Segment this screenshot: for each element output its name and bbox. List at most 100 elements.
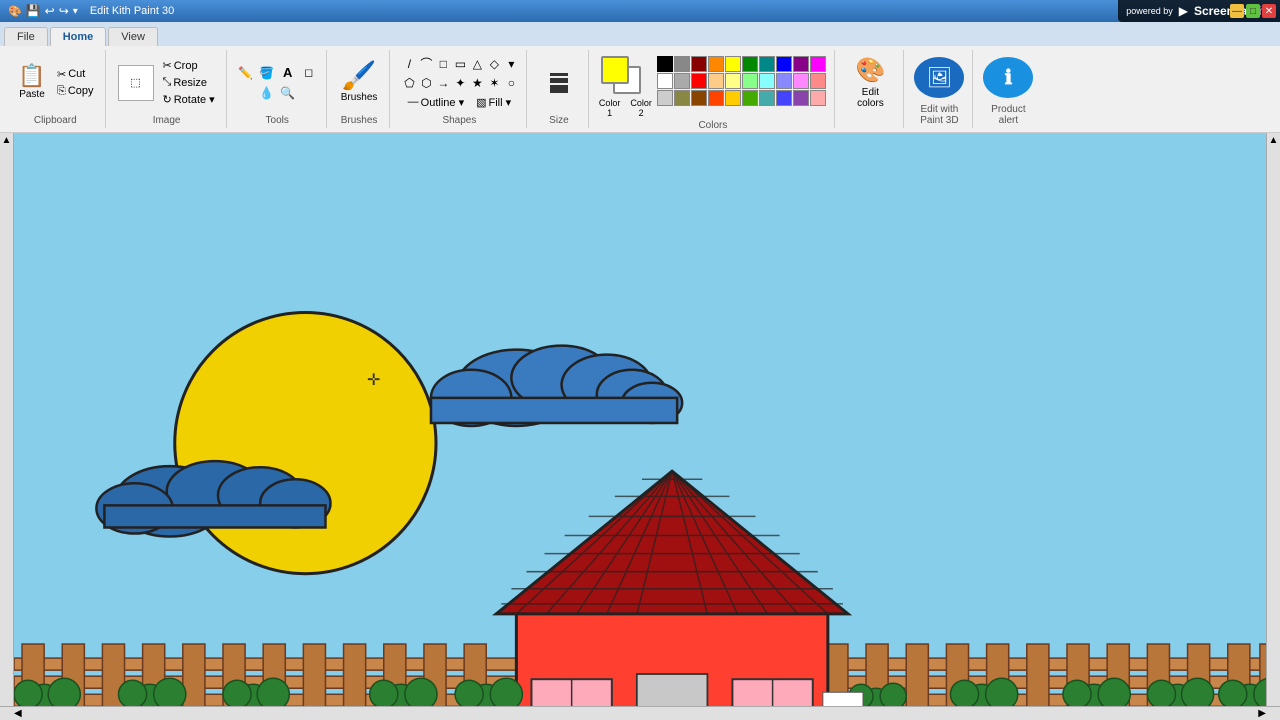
palette-color-3[interactable] <box>708 56 724 72</box>
quick-access-save[interactable]: 💾 <box>26 4 41 18</box>
shape-arrow-right[interactable]: → <box>434 74 452 92</box>
pencil-tool[interactable]: ✏️ <box>237 64 255 82</box>
image-col: ✂ Crop ⤡ Resize ↻ Rotate ▾ <box>160 58 218 107</box>
product-alert-button[interactable]: ℹ <box>983 57 1033 98</box>
palette-color-20[interactable] <box>657 90 673 106</box>
cut-label: Cut <box>68 68 85 80</box>
color-picker-tool[interactable]: 💧 <box>258 84 276 102</box>
palette-color-27[interactable] <box>776 90 792 106</box>
tab-view[interactable]: View <box>108 27 158 46</box>
shape-pentagon[interactable]: ⬠ <box>400 74 418 92</box>
close-button[interactable]: ✕ <box>1262 4 1276 18</box>
crop-button[interactable]: ✂ Crop <box>160 58 218 73</box>
palette-color-17[interactable] <box>776 73 792 89</box>
tab-home[interactable]: Home <box>50 27 107 46</box>
copy-button[interactable]: ⎘ Copy <box>54 84 97 99</box>
cut-button[interactable]: ✂ Cut <box>54 67 97 82</box>
brushes-group: 🖌️ Brushes Brushes <box>329 50 391 128</box>
color2-label: Color2 <box>630 98 652 118</box>
color1-label: Color1 <box>599 98 621 118</box>
fill-dropdown[interactable]: ▧ Fill ▾ <box>472 94 515 111</box>
title-bar-left: 🎨 💾 ↩ ↪ ▾ Edit Kith Paint 30 <box>8 4 174 18</box>
clipboard-group: 📋 Paste ✂ Cut ⎘ Copy Clipboard <box>6 50 106 128</box>
left-scrollbar[interactable]: ▲ ▼ <box>0 133 14 719</box>
minimize-button[interactable]: — <box>1230 4 1244 18</box>
palette-color-25[interactable] <box>742 90 758 106</box>
palette-color-7[interactable] <box>776 56 792 72</box>
text-tool[interactable]: A <box>279 64 297 82</box>
scroll-up[interactable]: ▲ <box>2 135 12 146</box>
edit-paint3d-label: Edit withPaint 3D <box>920 104 958 126</box>
palette-color-9[interactable] <box>810 56 826 72</box>
scroll-up-right[interactable]: ▲ <box>1269 135 1279 146</box>
paste-label: Paste <box>19 89 45 100</box>
palette-color-14[interactable] <box>725 73 741 89</box>
edit-colors-content: 🎨 Editcolors <box>845 52 895 113</box>
palette-color-29[interactable] <box>810 90 826 106</box>
quick-access-undo[interactable]: ↩ <box>45 4 55 18</box>
palette-color-1[interactable] <box>674 56 690 72</box>
palette-color-19[interactable] <box>810 73 826 89</box>
shape-star5[interactable]: ★ <box>468 74 486 92</box>
shape-diamond[interactable]: ◇ <box>485 55 503 73</box>
bottom-scrollbar[interactable]: ◀ ▶ <box>0 706 1280 720</box>
shape-triangle[interactable]: △ <box>468 55 486 73</box>
color-palette <box>657 56 826 106</box>
shape-rect[interactable]: □ <box>434 55 452 73</box>
shape-roundrect[interactable]: ▭ <box>451 55 469 73</box>
size-button[interactable] <box>546 68 572 98</box>
edit-colors-label: Editcolors <box>857 87 884 109</box>
right-scrollbar[interactable]: ▲ ▼ <box>1266 133 1280 719</box>
palette-color-16[interactable] <box>759 73 775 89</box>
brushes-button[interactable]: 🖌️ Brushes <box>337 60 382 105</box>
quick-access-more[interactable]: ▾ <box>73 6 78 17</box>
palette-color-12[interactable] <box>691 73 707 89</box>
rotate-button[interactable]: ↻ Rotate ▾ <box>160 92 218 107</box>
palette-color-5[interactable] <box>742 56 758 72</box>
shape-more[interactable]: ▾ <box>502 55 520 73</box>
colors-group: Color1 Color2 Colors <box>591 50 835 128</box>
quick-access-redo[interactable]: ↪ <box>59 4 69 18</box>
shapes-dropdowns: — Outline ▾ ▧ Fill ▾ <box>404 94 515 111</box>
palette-color-8[interactable] <box>793 56 809 72</box>
paste-button[interactable]: 📋 Paste <box>14 63 50 102</box>
scroll-right[interactable]: ▶ <box>1258 708 1266 719</box>
tab-file[interactable]: File <box>4 27 48 46</box>
palette-color-6[interactable] <box>759 56 775 72</box>
maximize-button[interactable]: □ <box>1246 4 1260 18</box>
shape-star6[interactable]: ✶ <box>485 74 503 92</box>
shape-line[interactable]: / <box>400 55 418 73</box>
edit-paint3d-button[interactable]: 🖼 <box>914 57 964 98</box>
resize-button[interactable]: ⤡ Resize <box>160 75 218 90</box>
canvas-area[interactable]: ✛ <box>14 133 1280 719</box>
outline-dropdown[interactable]: — Outline ▾ <box>404 94 468 111</box>
palette-color-13[interactable] <box>708 73 724 89</box>
edit-colors-button[interactable]: 🎨 Editcolors <box>845 52 895 113</box>
palette-color-28[interactable] <box>793 90 809 106</box>
window-title: Edit Kith Paint 30 <box>90 5 174 17</box>
palette-color-4[interactable] <box>725 56 741 72</box>
palette-color-0[interactable] <box>657 56 673 72</box>
palette-color-23[interactable] <box>708 90 724 106</box>
magnifier-tool[interactable]: 🔍 <box>279 84 297 102</box>
eraser-tool[interactable]: ◻ <box>300 64 318 82</box>
select-button[interactable]: ⬚ <box>118 65 154 101</box>
scroll-left[interactable]: ◀ <box>14 708 22 719</box>
palette-color-24[interactable] <box>725 90 741 106</box>
palette-color-15[interactable] <box>742 73 758 89</box>
shape-oval[interactable]: ○ <box>502 74 520 92</box>
shape-hexagon[interactable]: ⬡ <box>417 74 435 92</box>
palette-color-26[interactable] <box>759 90 775 106</box>
shape-star4[interactable]: ✦ <box>451 74 469 92</box>
palette-color-10[interactable] <box>657 73 673 89</box>
palette-color-18[interactable] <box>793 73 809 89</box>
ribbon-content: 📋 Paste ✂ Cut ⎘ Copy Clipboard <box>0 46 1280 132</box>
brushes-group-label: Brushes <box>341 115 378 126</box>
fill-tool[interactable]: 🪣 <box>258 64 276 82</box>
color1-swatch[interactable] <box>601 56 629 84</box>
palette-color-11[interactable] <box>674 73 690 89</box>
palette-color-22[interactable] <box>691 90 707 106</box>
palette-color-21[interactable] <box>674 90 690 106</box>
palette-color-2[interactable] <box>691 56 707 72</box>
shape-curve[interactable]: ⌒ <box>417 55 435 73</box>
